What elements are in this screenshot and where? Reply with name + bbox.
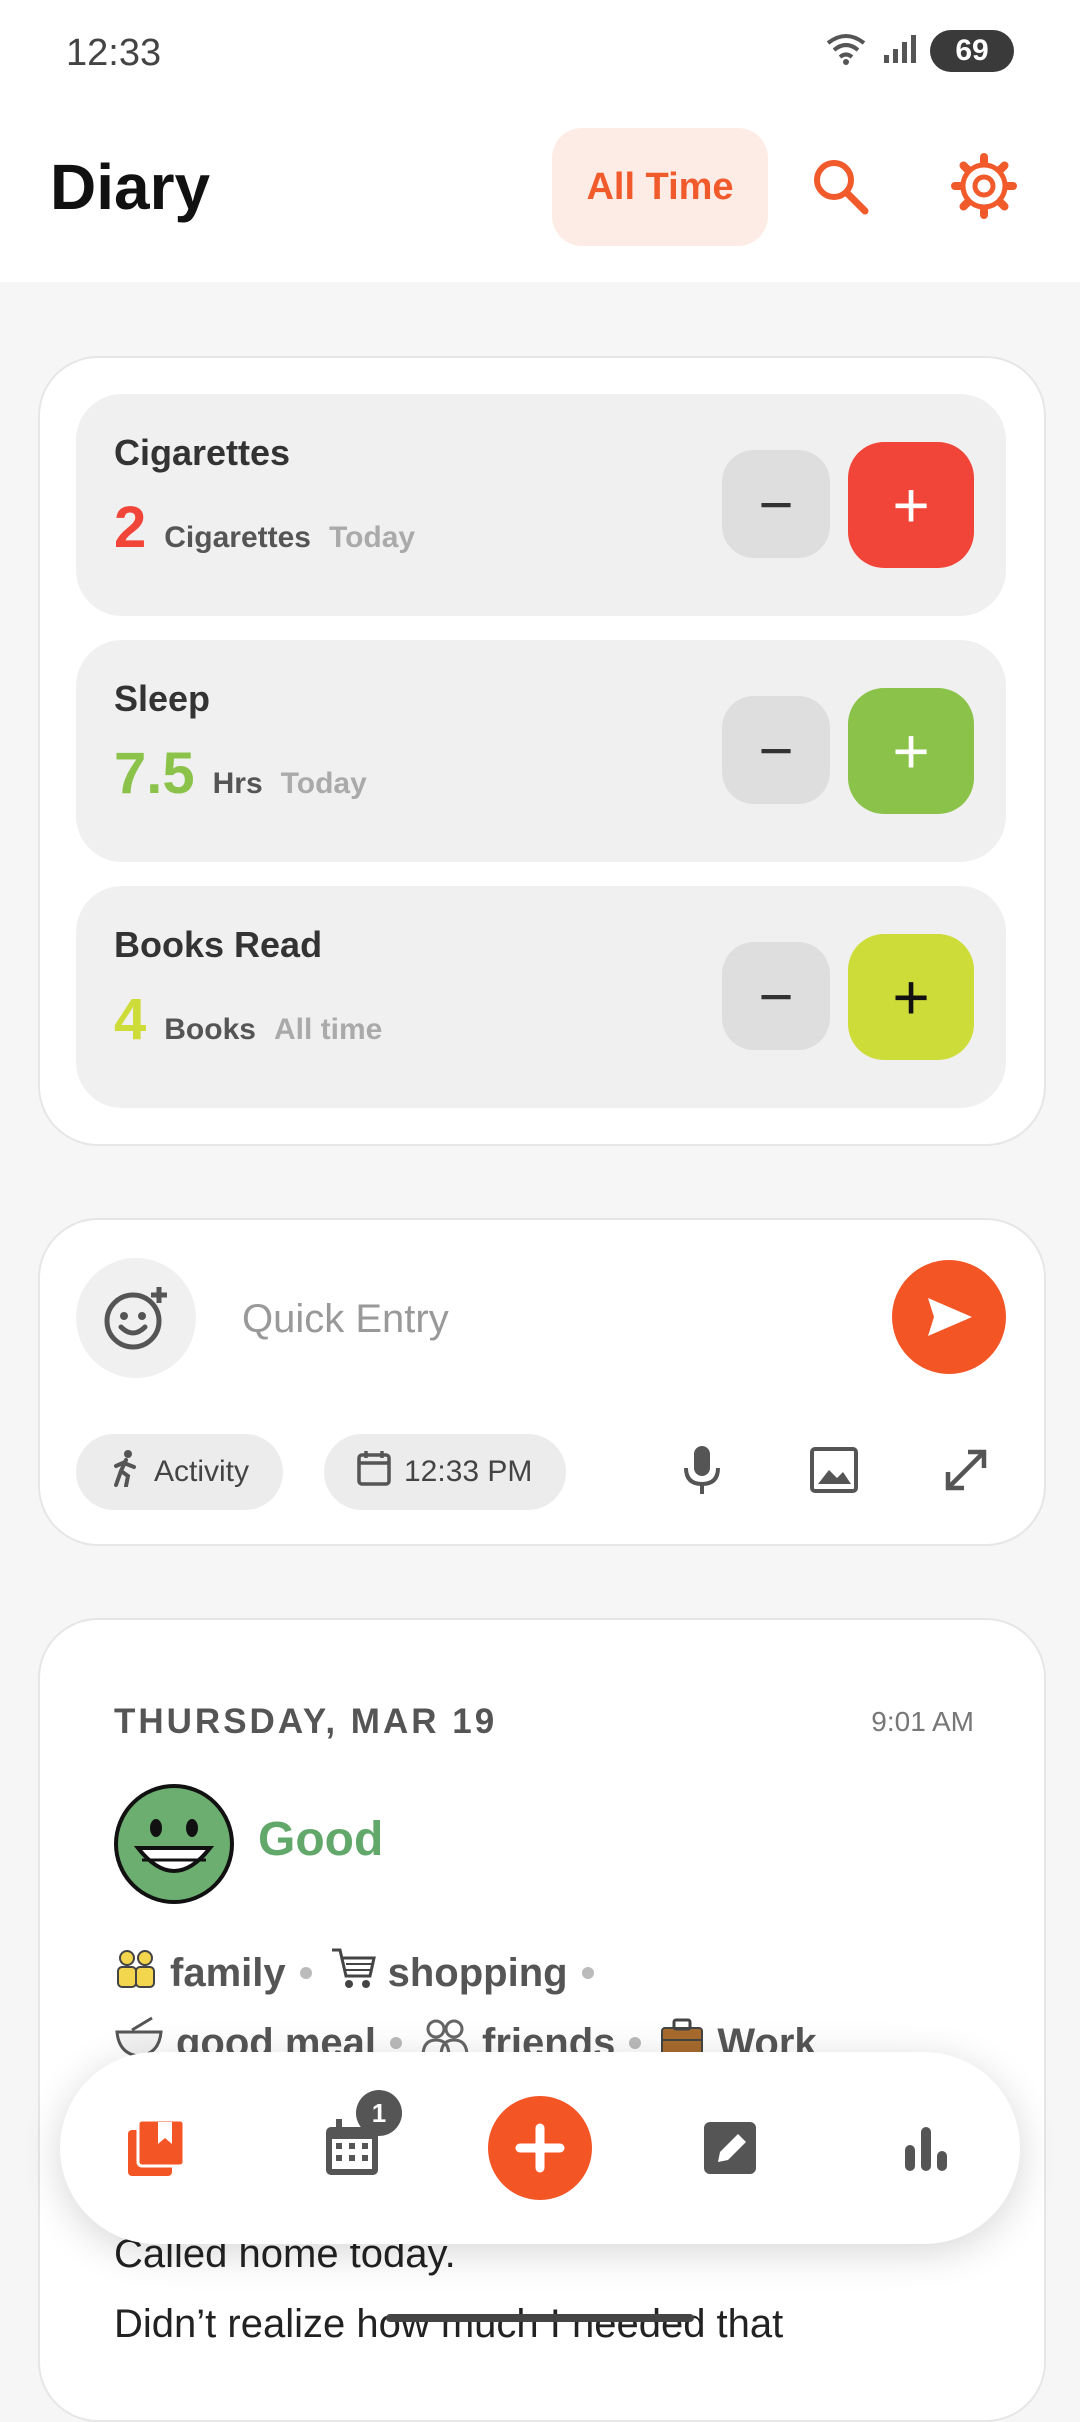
time-chip[interactable]: 12:33 PM [324, 1434, 567, 1510]
send-icon[interactable] [892, 1260, 1006, 1374]
tag-separator [629, 2037, 642, 2049]
entry-date: THURSDAY, MAR 19 [114, 1702, 498, 1741]
entry-text-line: Didn’t realize how much I needed that [114, 2302, 784, 2346]
status-icons: 69 [824, 30, 1014, 72]
counter-books-read: Books Read 4 Books All time − + [76, 886, 1006, 1108]
counter-stats: 4 Books All time [114, 986, 382, 1053]
counter-unit: Cigarettes [164, 521, 311, 554]
tag-separator [299, 1967, 312, 1979]
decrement-button[interactable]: − [722, 450, 830, 558]
tag-label: family [170, 1950, 286, 1995]
counter-value: 4 [114, 987, 147, 1052]
increment-button[interactable]: + [848, 934, 974, 1060]
stats-icon[interactable] [886, 2108, 966, 2188]
family-icon [114, 1946, 158, 2000]
tag-separator [390, 2037, 403, 2049]
counters-card: Cigarettes 2 Cigarettes Today − + Sleep … [38, 356, 1046, 1146]
settings-icon[interactable] [944, 146, 1024, 226]
activity-label: Activity [154, 1455, 250, 1488]
decrement-button[interactable]: − [722, 696, 830, 804]
diary-entry-card[interactable]: THURSDAY, MAR 19 9:01 AM Good family sho… [38, 1618, 1046, 2422]
counter-name: Sleep [114, 678, 211, 719]
counter-sleep: Sleep 7.5 Hrs Today − + [76, 640, 1006, 862]
counter-stats: 2 Cigarettes Today [114, 494, 415, 561]
quick-entry-card: Activity 12:33 PM [38, 1218, 1046, 1546]
decrement-button[interactable]: − [722, 942, 830, 1050]
entry-time: 9:01 AM [871, 1706, 974, 1737]
shopping-cart-icon [330, 1946, 376, 2000]
counter-unit: Hrs [212, 767, 263, 800]
wifi-icon [824, 31, 868, 72]
counter-name: Cigarettes [114, 432, 291, 473]
tag-separator [581, 1967, 594, 1979]
tag-label: shopping [387, 1950, 568, 1995]
counter-stats: 7.5 Hrs Today [114, 740, 367, 807]
mood-label: Good [258, 1813, 384, 1866]
calendar-icon[interactable]: 1 [312, 2090, 402, 2188]
calendar-icon [356, 1449, 392, 1495]
status-bar: 12:33 69 [0, 0, 1080, 110]
activity-chip[interactable]: Activity [76, 1434, 284, 1510]
image-icon[interactable] [794, 1430, 874, 1510]
mood-good-icon [112, 1782, 236, 1911]
counter-value: 2 [114, 495, 147, 560]
increment-button[interactable]: + [848, 442, 974, 568]
counter-name: Books Read [114, 924, 323, 965]
search-icon[interactable] [800, 146, 880, 226]
tags-row: family shopping [114, 1946, 600, 2000]
counter-unit: Books [164, 1013, 256, 1046]
microphone-icon[interactable] [662, 1430, 742, 1510]
page-title: Diary [50, 151, 211, 223]
home-indicator [386, 2314, 694, 2322]
signal-icon [882, 33, 916, 70]
counter-period: Today [328, 521, 416, 554]
diary-icon[interactable] [116, 2108, 196, 2188]
counter-cigarettes: Cigarettes 2 Cigarettes Today − + [76, 394, 1006, 616]
counter-value: 7.5 [114, 741, 195, 806]
counter-period: All time [273, 1013, 383, 1046]
battery-indicator: 69 [930, 30, 1014, 72]
activity-icon [108, 1449, 142, 1495]
expand-icon[interactable] [926, 1430, 1006, 1510]
add-icon[interactable] [488, 2096, 592, 2200]
app-bar: Diary All Time [0, 110, 1080, 282]
time-label: 12:33 PM [404, 1455, 533, 1488]
increment-button[interactable]: + [848, 688, 974, 814]
quick-entry-input[interactable] [240, 1280, 804, 1358]
add-emoji-icon[interactable] [76, 1258, 196, 1378]
time-filter-button[interactable]: All Time [552, 128, 768, 246]
status-time: 12:33 [66, 32, 162, 74]
notification-badge: 1 [356, 2090, 402, 2136]
bottom-navigation: 1 [60, 2052, 1020, 2244]
edit-note-icon[interactable] [690, 2108, 770, 2188]
counter-period: Today [280, 767, 367, 800]
